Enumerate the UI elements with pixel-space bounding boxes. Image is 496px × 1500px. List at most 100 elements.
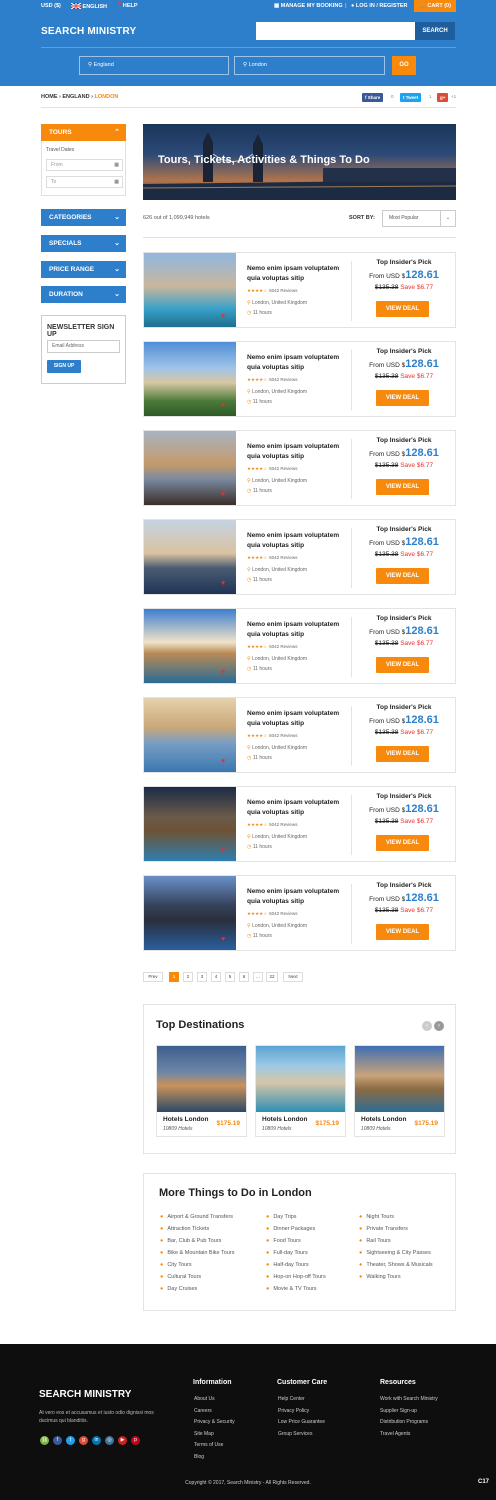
thing-item[interactable]: ● Half-day Tours bbox=[266, 1262, 326, 1274]
review-count[interactable]: 5042 Reviews bbox=[269, 733, 297, 738]
thing-item[interactable]: ● Hop-on Hop-off Tours bbox=[266, 1274, 326, 1286]
footer-link[interactable]: Blog bbox=[194, 1454, 235, 1466]
footer-link[interactable]: Careers bbox=[194, 1408, 235, 1420]
view-deal-button[interactable]: VIEW DEAL bbox=[376, 835, 429, 851]
google-plus-button[interactable]: g+ bbox=[437, 93, 449, 102]
view-deal-button[interactable]: VIEW DEAL bbox=[376, 390, 429, 406]
thing-item[interactable]: ● Night Tours bbox=[359, 1214, 433, 1226]
heart-icon[interactable]: ♥ bbox=[221, 669, 225, 676]
thing-item[interactable]: ● Bar, Club & Pub Tours bbox=[160, 1238, 234, 1250]
thing-item[interactable]: ● Day Cruises bbox=[160, 1286, 234, 1298]
heart-icon[interactable]: ♥ bbox=[221, 847, 225, 854]
review-count[interactable]: 5042 Reviews bbox=[269, 911, 297, 916]
help-link[interactable]: ❓HELP bbox=[116, 3, 138, 9]
facebook-share-button[interactable]: f Share bbox=[362, 93, 384, 102]
footer-link[interactable]: Privacy Policy bbox=[278, 1408, 325, 1420]
to-date-input[interactable]: To ▦ bbox=[46, 176, 123, 188]
page-1[interactable]: 1 bbox=[169, 972, 179, 982]
go-button[interactable]: GO bbox=[392, 56, 416, 75]
footer-link[interactable]: About Us bbox=[194, 1396, 235, 1408]
thing-item[interactable]: ● Dinner Packages bbox=[266, 1226, 326, 1238]
tour-image[interactable]: ♥ bbox=[144, 253, 236, 327]
view-deal-button[interactable]: VIEW DEAL bbox=[376, 301, 429, 317]
tweet-button[interactable]: t Tweet bbox=[400, 93, 422, 102]
destination-image[interactable] bbox=[256, 1046, 345, 1112]
manage-booking-link[interactable]: ▦ MANAGE MY BOOKING bbox=[274, 3, 343, 9]
thing-item[interactable]: ● Full-day Tours bbox=[266, 1250, 326, 1262]
footer-link[interactable]: Low Price Guarantee bbox=[278, 1419, 325, 1431]
thing-item[interactable]: ● Rail Tours bbox=[359, 1238, 433, 1250]
review-count[interactable]: 5042 Reviews bbox=[269, 377, 297, 382]
page-4[interactable]: 4 bbox=[211, 972, 221, 982]
page-22[interactable]: 22 bbox=[266, 972, 278, 982]
thing-item[interactable]: ● Sightseeing & City Passes bbox=[359, 1250, 433, 1262]
tour-name[interactable]: Nemo enim ipsam voluptatem quia voluptas… bbox=[247, 620, 352, 640]
sidebar-tours-header[interactable]: TOURS ⌃ bbox=[41, 124, 126, 141]
email-field[interactable]: Email Address bbox=[47, 340, 120, 353]
footer-link[interactable]: Travel Agents bbox=[380, 1431, 438, 1443]
login-link[interactable]: ● LOG IN / REGISTER bbox=[351, 3, 408, 9]
view-deal-button[interactable]: VIEW DEAL bbox=[376, 924, 429, 940]
tour-name[interactable]: Nemo enim ipsam voluptatem quia voluptas… bbox=[247, 531, 352, 551]
review-count[interactable]: 5042 Reviews bbox=[269, 644, 297, 649]
next-arrow-icon[interactable]: › bbox=[434, 1021, 444, 1031]
twitter-icon[interactable]: t bbox=[66, 1436, 75, 1445]
page-5[interactable]: 5 bbox=[225, 972, 235, 982]
tour-image[interactable]: ♥ bbox=[144, 342, 236, 416]
from-date-input[interactable]: From ▦ bbox=[46, 159, 123, 171]
destination-name[interactable]: Hotels London bbox=[361, 1116, 407, 1123]
page-3[interactable]: 3 bbox=[197, 972, 207, 982]
review-count[interactable]: 5042 Reviews bbox=[269, 822, 297, 827]
tour-image[interactable]: ♥ bbox=[144, 431, 236, 505]
language-selector[interactable]: ENGLISH bbox=[70, 2, 107, 10]
tour-name[interactable]: Nemo enim ipsam voluptatem quia voluptas… bbox=[247, 887, 352, 907]
prev-arrow-icon[interactable]: ‹ bbox=[422, 1021, 432, 1031]
tour-name[interactable]: Nemo enim ipsam voluptatem quia voluptas… bbox=[247, 709, 352, 729]
footer-link[interactable]: Work with Search Ministry bbox=[380, 1396, 438, 1408]
view-deal-button[interactable]: VIEW DEAL bbox=[376, 479, 429, 495]
tour-image[interactable]: ♥ bbox=[144, 876, 236, 950]
facebook-icon[interactable]: f bbox=[53, 1436, 62, 1445]
footer-link[interactable]: Help Center bbox=[278, 1396, 325, 1408]
thing-item[interactable]: ● Private Transfers bbox=[359, 1226, 433, 1238]
cart-button[interactable]: 🛒 CART (0) bbox=[414, 0, 456, 12]
sidebar-duration[interactable]: DURATION ⌄ bbox=[41, 286, 126, 303]
heart-icon[interactable]: ♥ bbox=[221, 491, 225, 498]
destination-card[interactable]: Hotels London 10809 Hotels $175.19 bbox=[255, 1045, 346, 1137]
heart-icon[interactable]: ♥ bbox=[221, 936, 225, 943]
breadcrumb-home[interactable]: HOME bbox=[41, 94, 58, 100]
destination-name[interactable]: Hotels London bbox=[163, 1116, 209, 1123]
heart-icon[interactable]: ♥ bbox=[221, 313, 225, 320]
review-count[interactable]: 5042 Reviews bbox=[269, 466, 297, 471]
thing-item[interactable]: ● Airport & Ground Transfers bbox=[160, 1214, 234, 1226]
link-icon[interactable]: ⛓ bbox=[40, 1436, 49, 1445]
breadcrumb-country[interactable]: ENGLAND bbox=[62, 94, 89, 100]
footer-link[interactable]: Terms of Use bbox=[194, 1442, 235, 1454]
brand-logo[interactable]: SEARCH MINISTRY bbox=[41, 26, 136, 37]
sidebar-categories[interactable]: CATEGORIES ⌄ bbox=[41, 209, 126, 226]
currency-selector[interactable]: USD ($) bbox=[41, 3, 61, 9]
thing-item[interactable]: ● Theater, Shows & Musicals bbox=[359, 1262, 433, 1274]
youtube-icon[interactable]: ▶ bbox=[118, 1436, 127, 1445]
thing-item[interactable]: ● Bike & Mountain Bike Tours bbox=[160, 1250, 234, 1262]
footer-link[interactable]: Group Services bbox=[278, 1431, 325, 1443]
calendar-icon[interactable]: ▦ bbox=[114, 177, 119, 187]
pinterest-icon[interactable]: p bbox=[131, 1436, 140, 1445]
tour-name[interactable]: Nemo enim ipsam voluptatem quia voluptas… bbox=[247, 353, 352, 373]
destination-image[interactable] bbox=[157, 1046, 246, 1112]
sidebar-specials[interactable]: SPECIALS ⌄ bbox=[41, 235, 126, 252]
tour-image[interactable]: ♥ bbox=[144, 609, 236, 683]
signup-button[interactable]: SIGN UP bbox=[47, 360, 81, 373]
thing-item[interactable]: ● Food Tours bbox=[266, 1238, 326, 1250]
prev-page-button[interactable]: Prev bbox=[143, 972, 163, 982]
tour-name[interactable]: Nemo enim ipsam voluptatem quia voluptas… bbox=[247, 442, 352, 462]
country-field[interactable]: ⚲ England bbox=[79, 56, 229, 75]
linkedin-icon[interactable]: in bbox=[92, 1436, 101, 1445]
tour-name[interactable]: Nemo enim ipsam voluptatem quia voluptas… bbox=[247, 798, 352, 818]
thing-item[interactable]: ● Attraction Tickets bbox=[160, 1226, 234, 1238]
tour-image[interactable]: ♥ bbox=[144, 520, 236, 594]
heart-icon[interactable]: ♥ bbox=[221, 402, 225, 409]
footer-link[interactable]: Site Map bbox=[194, 1431, 235, 1443]
footer-link[interactable]: Supplier Sign-up bbox=[380, 1408, 438, 1420]
heart-icon[interactable]: ♥ bbox=[221, 580, 225, 587]
